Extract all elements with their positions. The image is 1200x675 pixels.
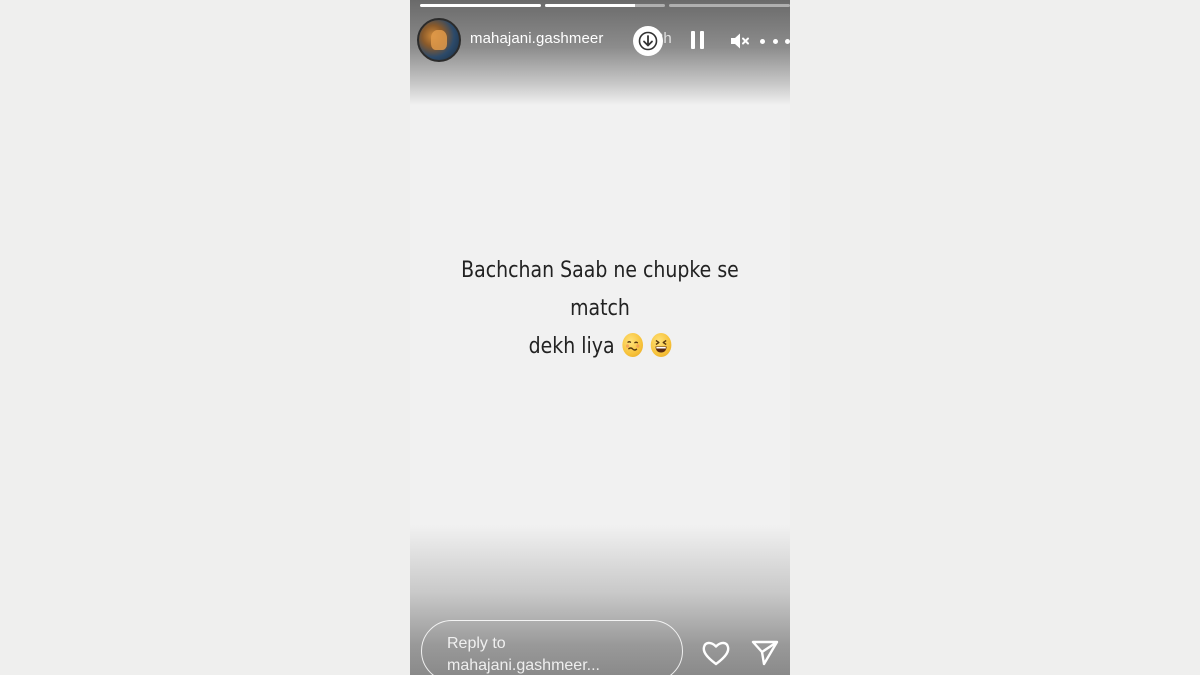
pause-button[interactable]: [691, 31, 705, 49]
grinning-squinting-face-emoji-icon: [650, 333, 672, 357]
download-button[interactable]: [633, 26, 663, 56]
story-caption: Bachchan Saab ne chupke se match dekh li…: [437, 252, 764, 366]
like-button[interactable]: [701, 639, 731, 667]
progress-segment: [420, 4, 541, 7]
caption-line: dekh liya: [437, 328, 764, 366]
more-icon: [760, 38, 765, 44]
page: mahajani.gashmeer 3h Bachchan Saab ne ch…: [0, 0, 1200, 675]
reply-input[interactable]: Reply to mahajani.gashmeer...: [421, 620, 683, 675]
story-viewer[interactable]: mahajani.gashmeer 3h Bachchan Saab ne ch…: [410, 0, 790, 675]
mute-button[interactable]: [728, 30, 750, 52]
download-icon: [638, 31, 658, 51]
story-header: mahajani.gashmeer 3h: [417, 18, 790, 64]
progress-segment: [669, 4, 790, 7]
send-icon: [751, 640, 779, 666]
progress-segment: [544, 4, 666, 7]
more-options-button[interactable]: [760, 30, 790, 52]
mute-icon: [731, 33, 749, 49]
send-button[interactable]: [750, 638, 780, 668]
caption-text: dekh liya: [528, 334, 615, 359]
story-progress-bar: [420, 4, 790, 7]
heart-icon: [702, 641, 730, 666]
caption-line: Bachchan Saab ne chupke se match: [461, 258, 739, 321]
reply-placeholder: Reply to mahajani.gashmeer...: [447, 635, 600, 674]
username-link[interactable]: mahajani.gashmeer: [470, 30, 603, 47]
avatar[interactable]: [417, 18, 461, 62]
pause-icon: [691, 31, 695, 49]
woozy-face-emoji-icon: [622, 333, 643, 357]
